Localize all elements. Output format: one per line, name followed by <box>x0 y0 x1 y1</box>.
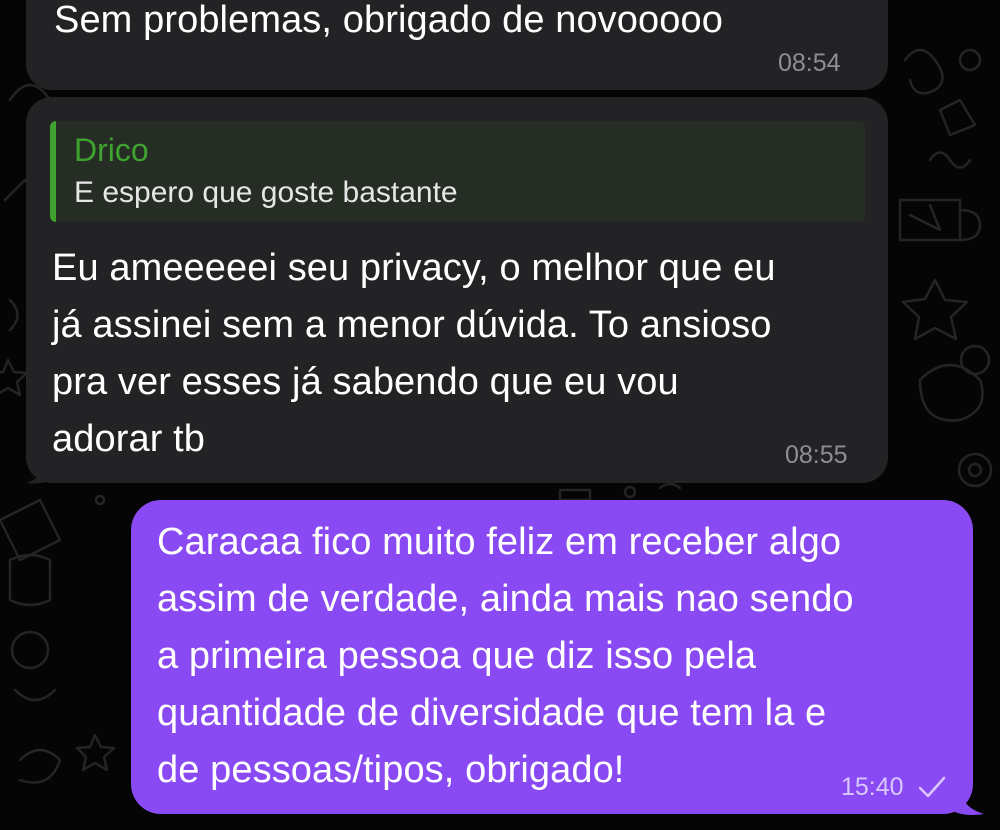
message-time: 08:54 <box>778 49 841 77</box>
message-bubble-incoming[interactable]: Drico E espero que goste bastante Eu ame… <box>26 97 888 483</box>
message-time: 15:40 <box>841 773 904 801</box>
message-bubble-outgoing[interactable]: Caracaa fico muito feliz em receber algo… <box>131 500 973 814</box>
reply-accent-bar <box>50 121 56 222</box>
message-text: Caracaa fico muito feliz em receber algo… <box>157 521 854 791</box>
message-bubble-incoming[interactable]: Sem problemas, obrigado de novooooo 08:5… <box>26 0 888 90</box>
bubble-tail <box>26 455 56 484</box>
message-text: Sem problemas, obrigado de novooooo <box>54 0 723 41</box>
chat-background: Sem problemas, obrigado de novooooo 08:5… <box>0 0 1000 830</box>
reply-author: Drico <box>74 132 149 168</box>
reply-text: E espero que goste bastante <box>74 176 458 209</box>
reply-quote[interactable]: Drico E espero que goste bastante <box>50 121 865 222</box>
message-text: Eu ameeeeei seu privacy, o melhor que eu… <box>52 247 776 460</box>
single-check-icon <box>918 776 946 798</box>
bubble-tail <box>944 784 984 815</box>
message-time: 08:55 <box>785 441 848 469</box>
